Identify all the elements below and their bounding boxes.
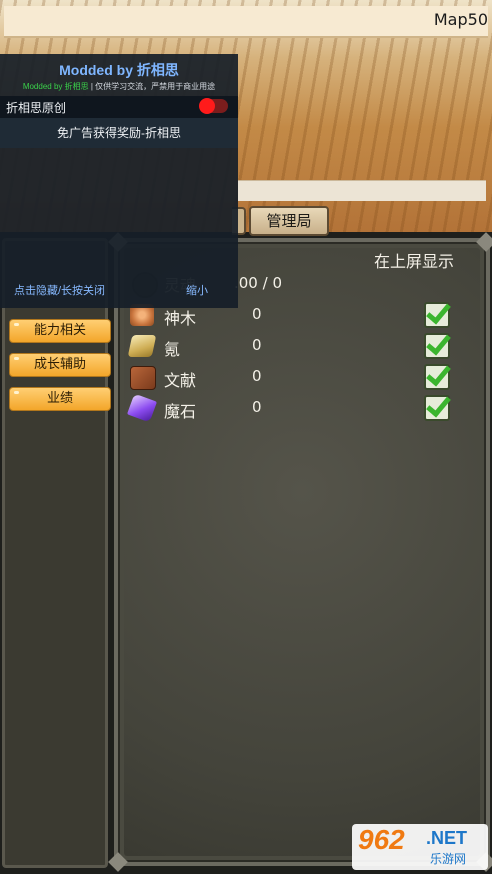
- resource-row-magic-stone: 魔石 0: [126, 393, 470, 423]
- show-checkbox[interactable]: [424, 302, 450, 328]
- show-checkbox[interactable]: [424, 333, 450, 359]
- resource-name: 氪: [164, 340, 181, 359]
- sidebar-item-performance[interactable]: 业绩: [9, 387, 111, 411]
- sidebar: 能力相关 成长辅助 业绩: [2, 238, 111, 868]
- mod-menu-subtitle: Modded by 折相思 | 仅供学习交流，严禁用于商业用途: [0, 81, 238, 92]
- resource-value: 0: [252, 367, 262, 385]
- mod-toggle-row[interactable]: 折相思原创: [0, 96, 238, 118]
- sidebar-item-growth[interactable]: 成长辅助: [9, 353, 111, 377]
- mod-toggle-label: 折相思原创: [6, 101, 67, 115]
- resource-value: 0: [252, 336, 262, 354]
- map-bar: Map50: [4, 6, 488, 38]
- mod-subtitle-green: Modded by 折相思: [22, 82, 89, 91]
- mod-minimize-button[interactable]: 缩小: [186, 282, 208, 298]
- book-icon: [130, 366, 156, 390]
- toggle-knob: [199, 98, 215, 114]
- mod-toggle-switch[interactable]: [199, 98, 228, 114]
- resource-value: 0: [252, 305, 262, 323]
- show-checkbox[interactable]: [424, 395, 450, 421]
- mod-menu-title: Modded by 折相思: [59, 62, 179, 78]
- magic-stone-icon: [126, 393, 158, 423]
- show-on-screen-header: 在上屏显示: [374, 252, 455, 271]
- sidebar-item-abilities[interactable]: 能力相关: [9, 319, 111, 343]
- watermark-logo: 962 .NET 乐游网: [352, 824, 488, 870]
- resource-name: 魔石: [164, 402, 197, 421]
- mod-subtitle-white: | 仅供学习交流，严禁用于商业用途: [90, 82, 216, 91]
- watermark-cn: 乐游网: [430, 852, 467, 866]
- resource-row-documents: 文献 0: [130, 364, 470, 392]
- watermark-net: .NET: [426, 828, 468, 848]
- scene-strip: [238, 180, 486, 201]
- watermark-number: 962: [358, 824, 405, 855]
- mod-menu: Modded by 折相思 Modded by 折相思 | 仅供学习交流，严禁用…: [0, 54, 238, 308]
- show-checkbox[interactable]: [424, 364, 450, 390]
- resource-value: 0: [252, 398, 262, 416]
- resource-name: 神木: [164, 309, 197, 328]
- resource-name: 文献: [164, 371, 197, 390]
- mod-hide-button[interactable]: 点击隐藏/长按关闭: [14, 282, 105, 298]
- resource-row-krypton: 氪 0: [127, 333, 470, 361]
- map-label: Map50: [433, 10, 488, 29]
- tab-management-bureau[interactable]: 管理局: [249, 206, 329, 236]
- resource-value: .00 / 0: [234, 274, 282, 292]
- gold-bar-icon: [127, 335, 157, 357]
- mod-ad-reward-button[interactable]: 免广告获得奖励-折相思: [0, 118, 238, 148]
